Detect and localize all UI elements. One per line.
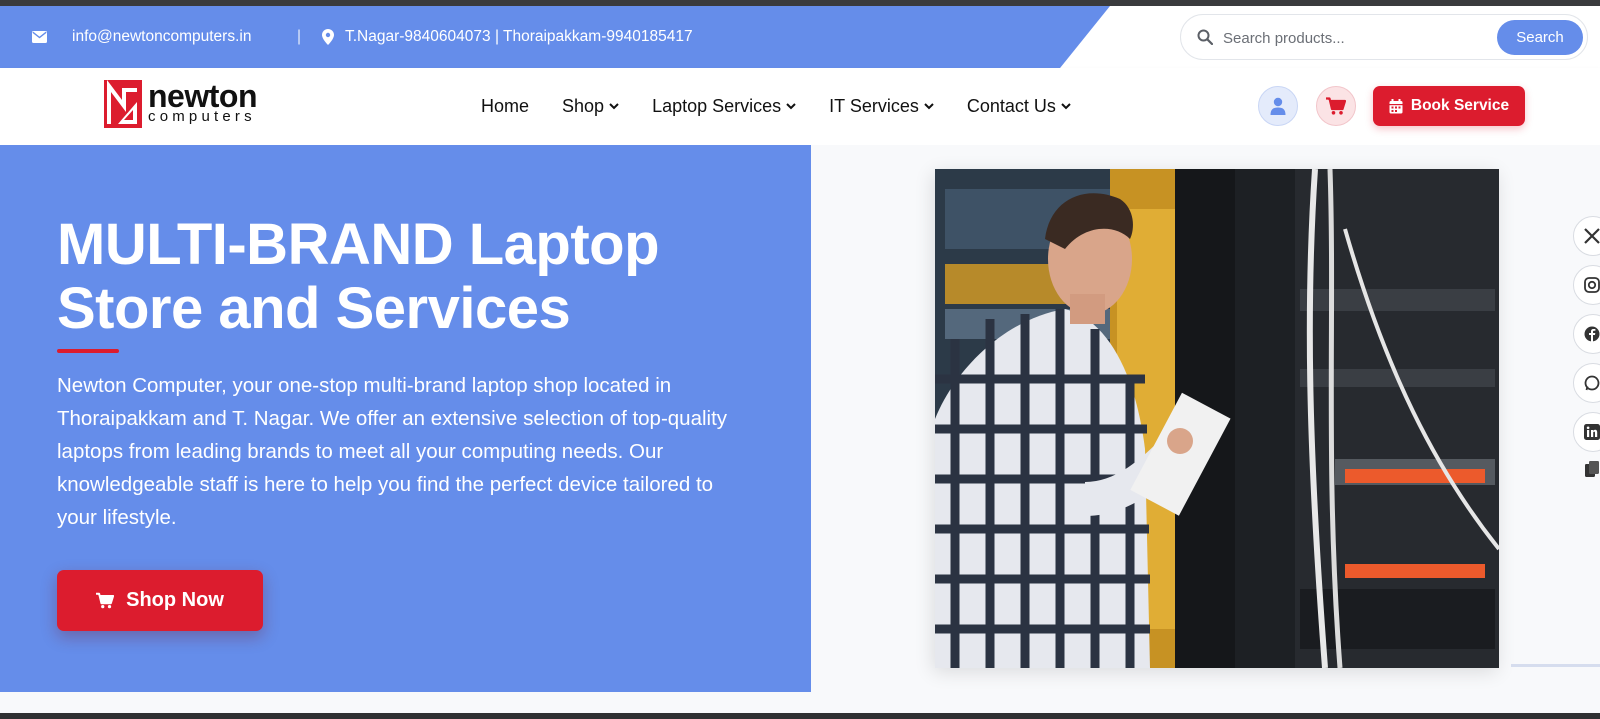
shopping-cart-icon xyxy=(96,592,115,609)
hero-section: MULTI-BRAND Laptop Store and Services Ne… xyxy=(0,145,811,692)
instagram-icon xyxy=(1584,277,1600,293)
x-icon xyxy=(1584,228,1600,244)
envelope-icon xyxy=(32,6,48,68)
chevron-down-icon xyxy=(609,103,619,110)
x-share-button[interactable] xyxy=(1573,216,1600,256)
browser-edge-bottom xyxy=(0,713,1600,719)
copy-icon xyxy=(1585,461,1599,477)
cart-button[interactable] xyxy=(1316,86,1356,126)
whatsapp-share-button[interactable] xyxy=(1573,363,1600,403)
shopping-cart-icon xyxy=(1326,97,1346,115)
hero-image-area xyxy=(811,145,1600,692)
scroll-progress-line xyxy=(1511,664,1600,667)
linkedin-share-button[interactable] xyxy=(1573,412,1600,452)
shop-now-label: Shop Now xyxy=(126,589,224,611)
chevron-down-icon xyxy=(786,103,796,110)
logo-mark-icon xyxy=(104,80,142,128)
hero-title-line-2: Store and Services xyxy=(57,276,571,341)
server-room-illustration xyxy=(935,169,1499,668)
hero-description: Newton Computer, your one-stop multi-bra… xyxy=(57,374,728,529)
nav-item-laptop-services[interactable]: Laptop Services xyxy=(652,96,796,117)
nav-item-home[interactable]: Home xyxy=(481,96,529,117)
nav-item-contact-us[interactable]: Contact Us xyxy=(967,96,1071,117)
search-input[interactable] xyxy=(1223,23,1473,53)
book-service-label: Book Service xyxy=(1410,97,1510,114)
page-below-fold xyxy=(0,692,1600,713)
nav-item-label: Home xyxy=(481,96,530,116)
copy-link-button[interactable] xyxy=(1573,461,1600,483)
newton-logo[interactable]: newton computers xyxy=(104,80,257,128)
contact-email-link[interactable]: info@newtoncomputers.in xyxy=(72,6,251,68)
location-pin-icon xyxy=(322,6,334,68)
nav-item-label: Shop xyxy=(562,96,605,116)
product-search-box: Search xyxy=(1180,14,1588,60)
chevron-down-icon xyxy=(924,103,934,110)
linkedin-icon xyxy=(1584,424,1600,440)
search-button[interactable]: Search xyxy=(1497,20,1583,55)
nav-item-label: Laptop Services xyxy=(652,96,782,116)
shop-now-button[interactable]: Shop Now xyxy=(57,570,263,631)
social-share-rail xyxy=(1573,216,1600,483)
account-button[interactable] xyxy=(1258,86,1298,126)
brand-tagline: computers xyxy=(148,108,256,125)
user-icon xyxy=(1270,97,1286,115)
top-info-bar: info@newtoncomputers.in | T.Nagar-984060… xyxy=(0,6,1600,68)
nav-item-label: Contact Us xyxy=(966,96,1056,116)
book-service-button[interactable]: Book Service xyxy=(1373,86,1525,126)
info-separator: | xyxy=(297,28,302,45)
calendar-icon xyxy=(1389,98,1403,113)
chevron-down-icon xyxy=(1061,103,1071,110)
hero-title: MULTI-BRAND Laptop Store and Services xyxy=(57,213,777,341)
whatsapp-icon xyxy=(1584,375,1600,391)
store-phone-numbers[interactable]: T.Nagar-9840604073 | Thoraipakkam-994018… xyxy=(345,6,693,68)
hero-title-line-1: MULTI-BRAND Laptop xyxy=(57,212,660,277)
main-navbar: newton computers Home Shop Laptop Servic… xyxy=(0,68,1600,145)
facebook-share-button[interactable] xyxy=(1573,314,1600,354)
nav-item-label: IT Services xyxy=(829,96,919,116)
title-accent-underline xyxy=(57,349,119,353)
nav-menu: Home Shop Laptop Services IT Services Co… xyxy=(481,68,1104,145)
search-icon xyxy=(1197,29,1214,50)
nav-item-it-services[interactable]: IT Services xyxy=(829,96,934,117)
technician-server-rack-photo xyxy=(935,169,1499,668)
facebook-icon xyxy=(1584,326,1600,342)
nav-item-shop[interactable]: Shop xyxy=(562,96,619,117)
instagram-share-button[interactable] xyxy=(1573,265,1600,305)
